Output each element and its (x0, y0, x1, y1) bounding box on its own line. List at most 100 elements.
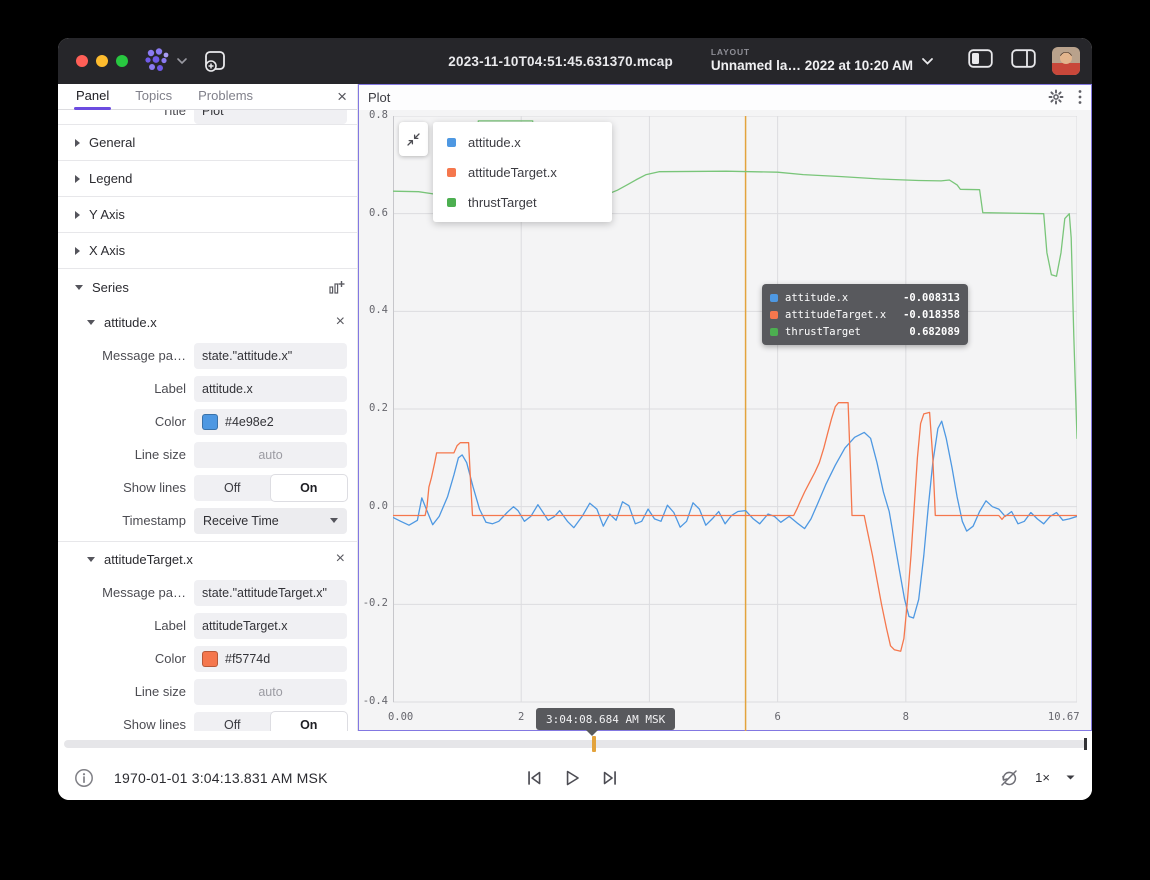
plot-panel-title: Plot (368, 90, 390, 105)
left-sidebar-toggle-icon[interactable] (968, 49, 993, 73)
message-path-input[interactable]: state."attitudeTarget.x" (194, 580, 347, 606)
show-lines-toggle: Off On (194, 712, 347, 732)
time-tooltip: 3:04:08.684 AM MSK (536, 708, 675, 730)
legend-label: thrustTarget (468, 195, 537, 210)
legend-item-attitudeTarget.x[interactable]: attitudeTarget.x (433, 157, 612, 187)
remove-series-icon[interactable]: × (336, 551, 345, 567)
show-lines-off-button[interactable]: Off (194, 712, 271, 732)
tooltip-series-name: attitudeTarget.x (785, 309, 886, 321)
legend-label: attitudeTarget.x (468, 165, 557, 180)
layout-picker[interactable]: LAYOUT Unnamed la… 2022 at 10:20 AM (711, 48, 934, 73)
color-swatch[interactable] (202, 414, 218, 430)
play-button[interactable] (561, 767, 583, 789)
value-tooltip: attitude.x-0.008313attitudeTarget.x-0.01… (762, 284, 968, 345)
series-attitude-x-header[interactable]: attitude.x × (58, 305, 357, 339)
title-field-input[interactable]: Plot (194, 110, 347, 124)
speed-chevron-icon[interactable] (1065, 774, 1076, 781)
legend-item-attitude.x[interactable]: attitude.x (433, 127, 612, 157)
series-name: attitudeTarget.x (104, 552, 193, 567)
plot-chart-area[interactable]: 0.80.60.40.20.0-0.2-0.40.00246810.67 att… (358, 110, 1092, 731)
show-lines-on-button[interactable]: On (271, 475, 348, 501)
tab-panel[interactable]: Panel (74, 84, 111, 109)
panel-menu-kebab-icon[interactable] (1078, 89, 1082, 105)
settings-sidebar: Panel Topics Problems × Title Plot Gener… (58, 84, 358, 731)
caret-right-icon (75, 139, 80, 147)
add-series-icon[interactable] (328, 279, 345, 296)
panel-settings-gear-icon[interactable] (1048, 89, 1064, 105)
tab-problems[interactable]: Problems (196, 84, 255, 109)
show-lines-off-button[interactable]: Off (194, 475, 271, 501)
color-swatch[interactable] (202, 651, 218, 667)
close-window-button[interactable] (76, 55, 88, 67)
loop-off-icon[interactable] (998, 767, 1020, 789)
section-general[interactable]: General (58, 125, 357, 161)
section-series[interactable]: Series (58, 269, 357, 305)
color-input[interactable]: #f5774d (194, 646, 347, 672)
plot-panel-header: Plot (358, 84, 1092, 110)
scrubber-end-marker (1084, 738, 1087, 750)
timestamp-select[interactable]: Receive Time (194, 508, 347, 534)
section-legend[interactable]: Legend (58, 161, 357, 197)
tooltip-series-value: -0.018358 (903, 309, 960, 321)
legend-item-thrustTarget[interactable]: thrustTarget (433, 187, 612, 217)
minimize-window-button[interactable] (96, 55, 108, 67)
series-name: attitude.x (104, 315, 157, 330)
right-sidebar-toggle-icon[interactable] (1011, 49, 1036, 73)
label-input[interactable]: attitude.x (194, 376, 347, 402)
label-label: Label (74, 381, 186, 396)
message-path-label: Message pa… (74, 348, 186, 363)
tooltip-swatch (770, 328, 778, 336)
seek-backward-button[interactable] (523, 767, 545, 789)
line-size-input[interactable]: auto (194, 442, 347, 468)
line-size-input[interactable]: auto (194, 679, 347, 705)
data-source-title: 2023-11-10T04:51:45.631370.mcap (448, 54, 673, 69)
avatar[interactable] (1052, 47, 1080, 75)
timestamp-value: Receive Time (203, 514, 279, 528)
caret-right-icon (75, 211, 80, 219)
show-lines-toggle: Off On (194, 475, 347, 501)
section-series-label: Series (92, 280, 129, 295)
foxglove-logo-icon[interactable] (142, 47, 172, 75)
series-attitude-target-x-header[interactable]: attitudeTarget.x × (58, 542, 357, 576)
timeline-scrubber[interactable] (64, 740, 1086, 748)
plot-panel[interactable]: Plot 0.80.60.40.20. (358, 84, 1092, 731)
data-source-chevron-icon[interactable] (176, 52, 188, 70)
y-tick-label: 0.6 (358, 207, 388, 219)
sidebar-tabbar: Panel Topics Problems × (58, 84, 357, 110)
info-icon[interactable] (74, 768, 94, 788)
zoom-window-button[interactable] (116, 55, 128, 67)
show-lines-label: Show lines (74, 480, 186, 495)
y-tick-label: 0.4 (358, 304, 388, 316)
y-tick-label: 0.0 (358, 500, 388, 512)
tab-topics[interactable]: Topics (133, 84, 174, 109)
tooltip-swatch (770, 294, 778, 302)
section-general-label: General (89, 135, 135, 150)
label-input[interactable]: attitudeTarget.x (194, 613, 347, 639)
playback-speed[interactable]: 1× (1035, 770, 1050, 785)
plot-legend: attitude.x attitudeTarget.x thrustTarget (433, 122, 612, 222)
collapse-arrows-icon (406, 132, 421, 147)
tooltip-series-name: thrustTarget (785, 326, 861, 338)
window-controls (76, 55, 128, 67)
legend-swatch (447, 168, 456, 177)
add-panel-icon[interactable] (202, 48, 228, 74)
section-legend-label: Legend (89, 171, 132, 186)
section-y-axis[interactable]: Y Axis (58, 197, 357, 233)
show-lines-on-button[interactable]: On (271, 712, 348, 732)
y-tick-label: 0.2 (358, 402, 388, 414)
tooltip-series-value: 0.682089 (909, 326, 960, 338)
seek-forward-button[interactable] (599, 767, 621, 789)
series-line-attitude.x (393, 421, 1077, 618)
color-input[interactable]: #4e98e2 (194, 409, 347, 435)
remove-series-icon[interactable]: × (336, 314, 345, 330)
legend-swatch (447, 198, 456, 207)
section-x-axis[interactable]: X Axis (58, 233, 357, 269)
app-window: 2023-11-10T04:51:45.631370.mcap LAYOUT U… (58, 38, 1092, 800)
sidebar-close-icon[interactable]: × (337, 88, 347, 105)
color-label: Color (74, 651, 186, 666)
message-path-input[interactable]: state."attitude.x" (194, 343, 347, 369)
y-tick-label: 0.8 (358, 109, 388, 121)
legend-swatch (447, 138, 456, 147)
caret-down-icon (330, 518, 338, 523)
legend-collapse-button[interactable] (399, 122, 428, 156)
